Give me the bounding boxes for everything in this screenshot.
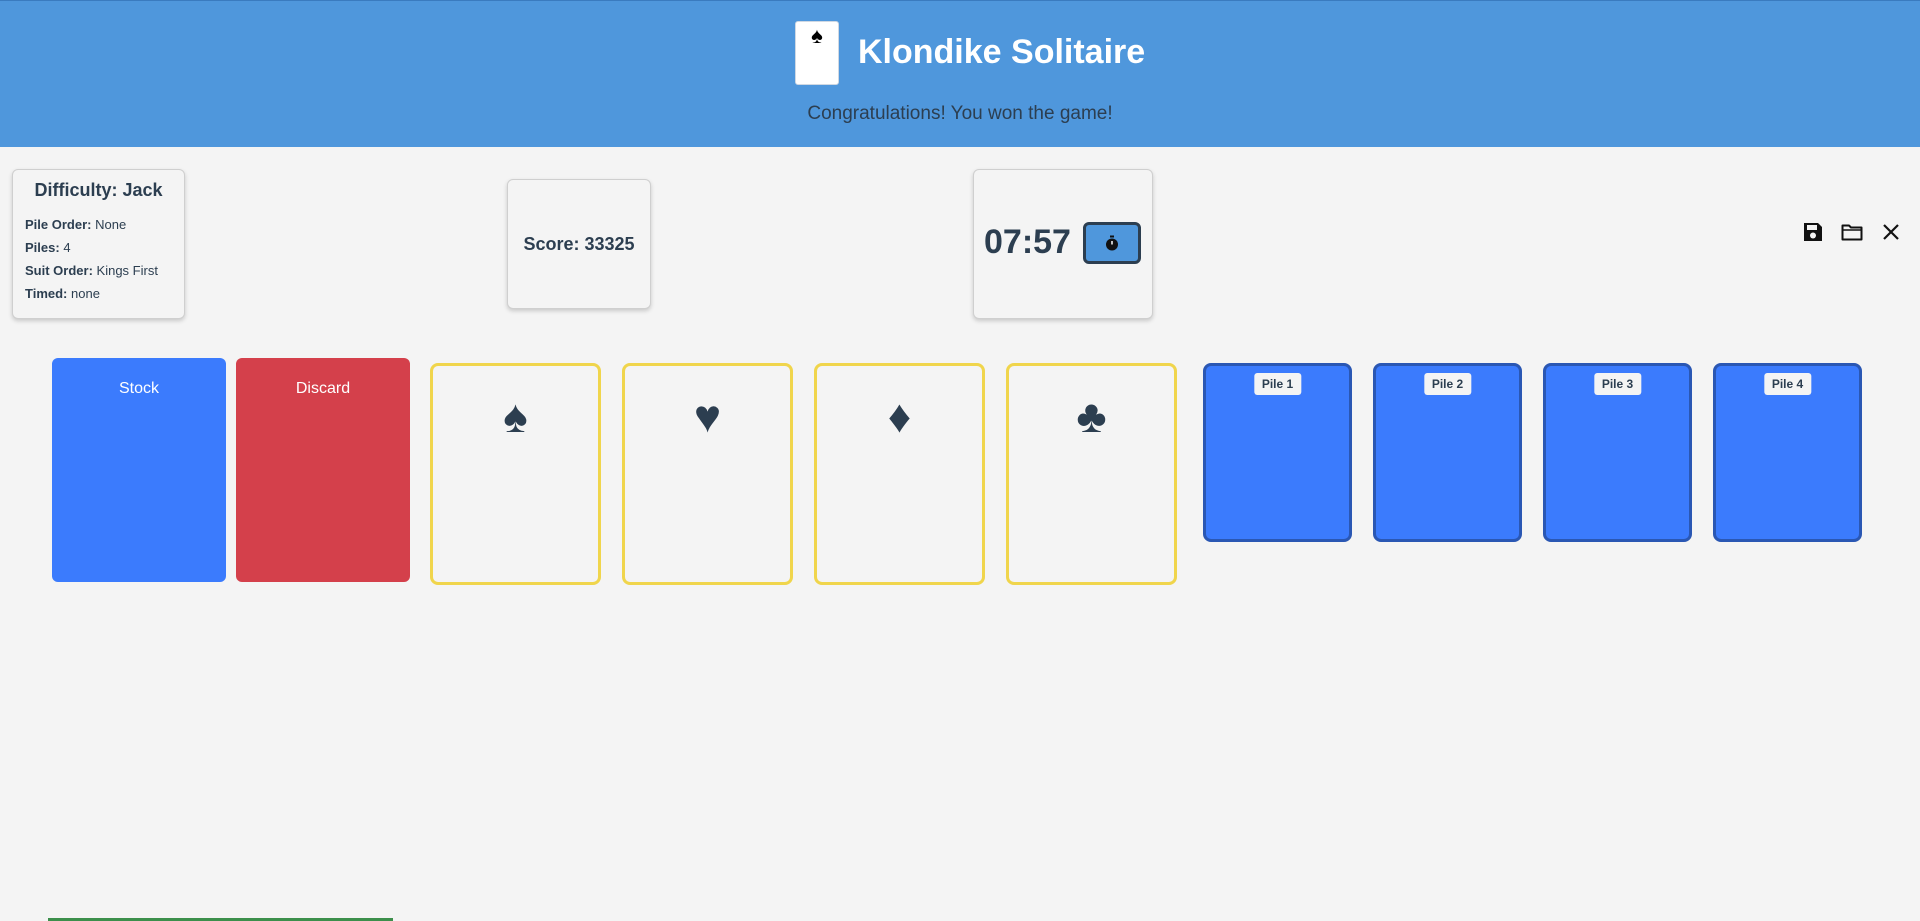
foundation-diamonds[interactable]: ♦ [814, 363, 985, 585]
tableau-pile-4[interactable]: Pile 4 [1713, 363, 1862, 542]
difficulty-label: Pile Order: [25, 217, 92, 232]
pile-label: Pile 2 [1423, 373, 1472, 395]
app-title: Klondike Solitaire [858, 33, 1146, 71]
tableau-pile-1[interactable]: Pile 1 [1203, 363, 1352, 542]
tableau-pile-2[interactable]: Pile 2 [1373, 363, 1522, 542]
stock-pile[interactable]: Stock [52, 358, 226, 582]
difficulty-value: Kings First [96, 263, 158, 278]
spade-card-logo-icon: ♠ [795, 21, 839, 85]
diamond-icon: ♦ [887, 390, 912, 442]
foundation-hearts[interactable]: ♥ [622, 363, 793, 585]
app-header: ♠ Klondike Solitaire Congratulations! Yo… [0, 0, 1920, 147]
difficulty-row-suit-order: Suit Order: Kings First [25, 259, 172, 282]
difficulty-value: 4 [63, 240, 71, 255]
pile-label: Pile 4 [1763, 373, 1812, 395]
logo-suit: ♠ [811, 23, 823, 48]
timer-panel: 07:57 [973, 169, 1153, 319]
difficulty-value: None [95, 217, 127, 232]
difficulty-value: none [71, 286, 100, 301]
score-text: Score: 33325 [523, 233, 635, 254]
pile-label: Pile 1 [1253, 373, 1302, 395]
timer-display: 07:57 [984, 223, 1071, 261]
save-icon[interactable] [1801, 220, 1825, 244]
foundation-spades[interactable]: ♠ [430, 363, 601, 585]
stopwatch-icon [1106, 235, 1118, 251]
discard-pile[interactable]: Discard [236, 358, 410, 582]
timer-toggle-button[interactable] [1083, 222, 1141, 264]
stock-label: Stock [118, 380, 159, 397]
discard-label: Discard [295, 380, 351, 397]
club-icon: ♣ [1076, 390, 1107, 442]
foundation-clubs[interactable]: ♣ [1006, 363, 1177, 585]
difficulty-title: Difficulty: Jack [34, 180, 163, 200]
folder-icon[interactable] [1840, 220, 1864, 244]
difficulty-label: Suit Order: [25, 263, 93, 278]
score-panel: Score: 33325 [507, 179, 651, 309]
win-message: Congratulations! You won the game! [807, 103, 1113, 124]
tableau-pile-3[interactable]: Pile 3 [1543, 363, 1692, 542]
difficulty-label: Piles: [25, 240, 60, 255]
spade-icon: ♠ [503, 390, 528, 442]
close-icon[interactable] [1879, 220, 1903, 244]
pile-label: Pile 3 [1593, 373, 1642, 395]
difficulty-label: Timed: [25, 286, 68, 301]
difficulty-panel: Difficulty: Jack Pile Order: None Piles:… [12, 169, 185, 319]
difficulty-row-piles: Piles: 4 [25, 236, 172, 259]
difficulty-row-timed: Timed: none [25, 282, 172, 305]
difficulty-row-pile-order: Pile Order: None [25, 213, 172, 236]
heart-icon: ♥ [693, 390, 722, 442]
